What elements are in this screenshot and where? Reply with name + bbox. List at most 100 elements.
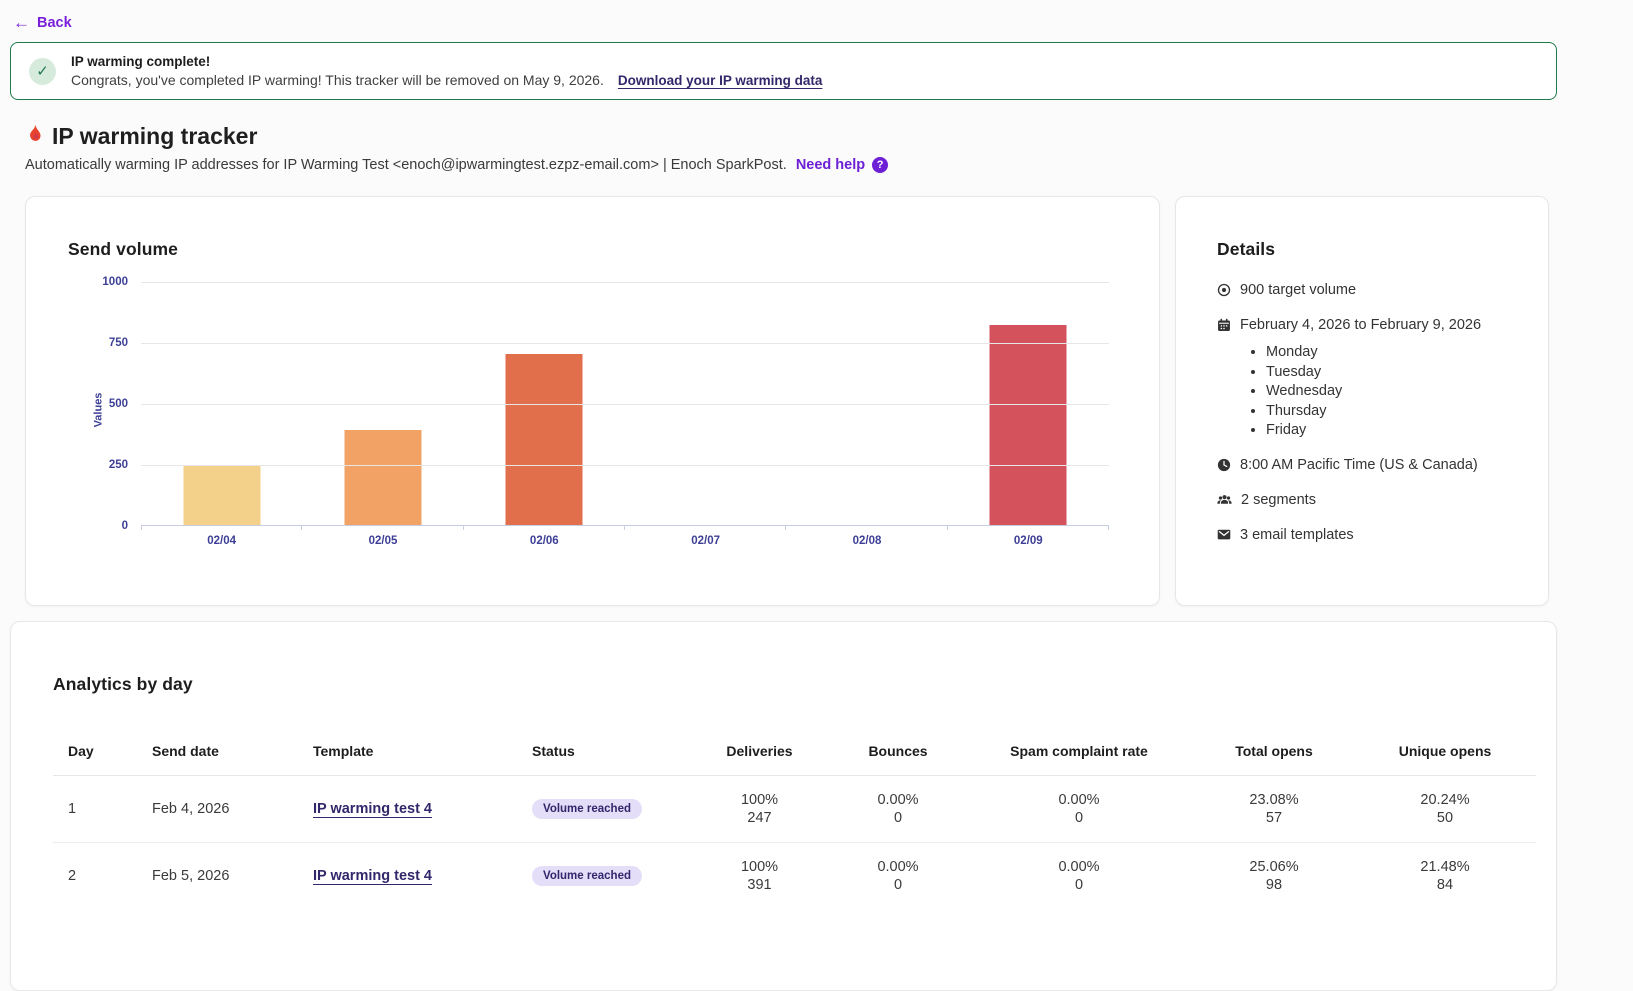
detail-templates-text: 3 email templates: [1240, 525, 1354, 545]
y-axis-tick: 0: [122, 520, 128, 532]
cell-deliveries: 100%391: [687, 843, 832, 910]
top-row: Send volume Values 02/0402/0502/0602/070…: [25, 196, 1549, 606]
detail-date-range: February 4, 2026 to February 9, 2026: [1217, 315, 1524, 335]
details-list: 900 target volume February 4, 2026 to Fe…: [1217, 280, 1524, 335]
status-badge: Volume reached: [532, 799, 642, 819]
cell-send-date: Feb 4, 2026: [137, 776, 298, 843]
send-volume-card: Send volume Values 02/0402/0502/0602/070…: [25, 196, 1160, 606]
need-help-link[interactable]: Need help: [796, 157, 865, 173]
column-header: Template: [298, 743, 517, 776]
details-list-2: 8:00 AM Pacific Time (US & Canada) 2 seg…: [1217, 455, 1524, 545]
analytics-table-body: 1Feb 4, 2026 IP warming test 4 Volume reac…: [53, 776, 1536, 910]
details-card: Details 900 target volume February 4, 20…: [1175, 196, 1549, 606]
analytics-title: Analytics by day: [53, 674, 1556, 695]
details-day-item: Wednesday: [1266, 382, 1524, 402]
analytics-header-row: DaySend dateTemplateStatusDeliveriesBoun…: [53, 743, 1536, 776]
y-axis-tick: 500: [109, 398, 128, 410]
banner-message: Congrats, you've completed IP warming! T…: [71, 72, 604, 88]
details-days-list: MondayTuesdayWednesdayThursdayFriday: [1248, 343, 1524, 441]
detail-target-text: 900 target volume: [1240, 280, 1356, 300]
page-subtitle: Automatically warming IP addresses for I…: [25, 157, 1633, 173]
page: ← Back ✓ IP warming complete! Congrats, …: [0, 0, 1633, 905]
envelope-icon: [1217, 528, 1231, 541]
page-title-text: IP warming tracker: [52, 123, 257, 150]
analytics-table-head: DaySend dateTemplateStatusDeliveriesBoun…: [53, 743, 1536, 776]
gridline: [141, 282, 1109, 283]
detail-time-text: 8:00 AM Pacific Time (US & Canada): [1240, 455, 1478, 475]
gridline: [141, 343, 1109, 344]
clock-icon: [1217, 458, 1231, 472]
details-title: Details: [1217, 239, 1524, 260]
template-link[interactable]: IP warming test 4: [313, 801, 432, 817]
y-axis-tick: 250: [109, 459, 128, 471]
check-icon: ✓: [29, 58, 56, 85]
details-day-item: Tuesday: [1266, 363, 1524, 383]
status-badge: Volume reached: [532, 866, 642, 886]
back-link[interactable]: ← Back: [13, 14, 72, 31]
gridline: [141, 404, 1109, 405]
send-volume-chart: Values 02/0402/0502/0602/0702/0802/09 10…: [68, 282, 1131, 592]
cell-day: 1: [53, 776, 137, 843]
chart-plot: Values 02/0402/0502/0602/0702/0802/09 10…: [141, 282, 1109, 526]
details-day-item: Thursday: [1266, 402, 1524, 422]
target-icon: [1217, 283, 1231, 297]
cell-total-opens: 25.06%98: [1194, 843, 1354, 910]
details-day-item: Friday: [1266, 421, 1524, 441]
detail-target: 900 target volume: [1217, 280, 1524, 300]
users-icon: [1217, 493, 1232, 507]
chart-bar[interactable]: [506, 354, 583, 525]
cell-deliveries: 100%247: [687, 776, 832, 843]
x-axis-tick: 02/06: [464, 535, 625, 547]
column-header: Unique opens: [1354, 743, 1536, 776]
help-question-icon[interactable]: ?: [872, 157, 888, 173]
flame-icon: [25, 122, 45, 150]
detail-segments-text: 2 segments: [1241, 490, 1316, 510]
y-axis-title: Values: [92, 393, 104, 428]
detail-segments: 2 segments: [1217, 490, 1524, 510]
page-title: IP warming tracker: [25, 122, 1633, 150]
analytics-table: DaySend dateTemplateStatusDeliveriesBoun…: [53, 743, 1536, 910]
cell-spam-complaint-rate: 0.00%0: [964, 776, 1194, 843]
chart-bar[interactable]: [990, 325, 1067, 525]
banner-text: IP warming complete! Congrats, you've co…: [71, 54, 822, 88]
table-row: 2Feb 5, 2026 IP warming test 4 Volume reac…: [53, 843, 1536, 910]
column-header: Bounces: [832, 743, 964, 776]
x-axis-tick: 02/08: [786, 535, 947, 547]
chart-bar[interactable]: [183, 465, 260, 525]
y-axis-tick: 750: [109, 337, 128, 349]
column-header: Spam complaint rate: [964, 743, 1194, 776]
calendar-icon: [1217, 318, 1231, 332]
cell-unique-opens: 21.48%84: [1354, 843, 1536, 910]
download-data-link[interactable]: Download your IP warming data: [618, 73, 823, 88]
column-header: Day: [53, 743, 137, 776]
details-day-item: Monday: [1266, 343, 1524, 363]
x-axis-tick: 02/07: [625, 535, 786, 547]
column-header: Status: [517, 743, 687, 776]
detail-time: 8:00 AM Pacific Time (US & Canada): [1217, 455, 1524, 475]
cell-day: 2: [53, 843, 137, 910]
back-label: Back: [37, 15, 72, 31]
cell-bounces: 0.00%0: [832, 776, 964, 843]
column-header: Send date: [137, 743, 298, 776]
x-axis-tick: 02/09: [948, 535, 1109, 547]
detail-date-range-text: February 4, 2026 to February 9, 2026: [1240, 315, 1481, 335]
cell-unique-opens: 20.24%50: [1354, 776, 1536, 843]
template-link[interactable]: IP warming test 4: [313, 868, 432, 884]
back-arrow-icon: ←: [13, 14, 30, 31]
cell-send-date: Feb 5, 2026: [137, 843, 298, 910]
chart-bar[interactable]: [344, 430, 421, 525]
cell-template: IP warming test 4: [298, 843, 517, 910]
cell-template: IP warming test 4: [298, 776, 517, 843]
y-axis-tick: 1000: [102, 276, 128, 288]
cell-spam-complaint-rate: 0.00%0: [964, 843, 1194, 910]
cell-status: Volume reached: [517, 776, 687, 843]
cell-status: Volume reached: [517, 843, 687, 910]
success-banner: ✓ IP warming complete! Congrats, you've …: [10, 42, 1557, 100]
x-axis-tick: 02/04: [141, 535, 302, 547]
detail-templates: 3 email templates: [1217, 525, 1524, 545]
chart-title: Send volume: [68, 239, 1131, 260]
table-row: 1Feb 4, 2026 IP warming test 4 Volume reac…: [53, 776, 1536, 843]
column-header: Deliveries: [687, 743, 832, 776]
banner-title: IP warming complete!: [71, 54, 822, 69]
analytics-card: Analytics by day DaySend dateTemplateSta…: [10, 621, 1557, 991]
